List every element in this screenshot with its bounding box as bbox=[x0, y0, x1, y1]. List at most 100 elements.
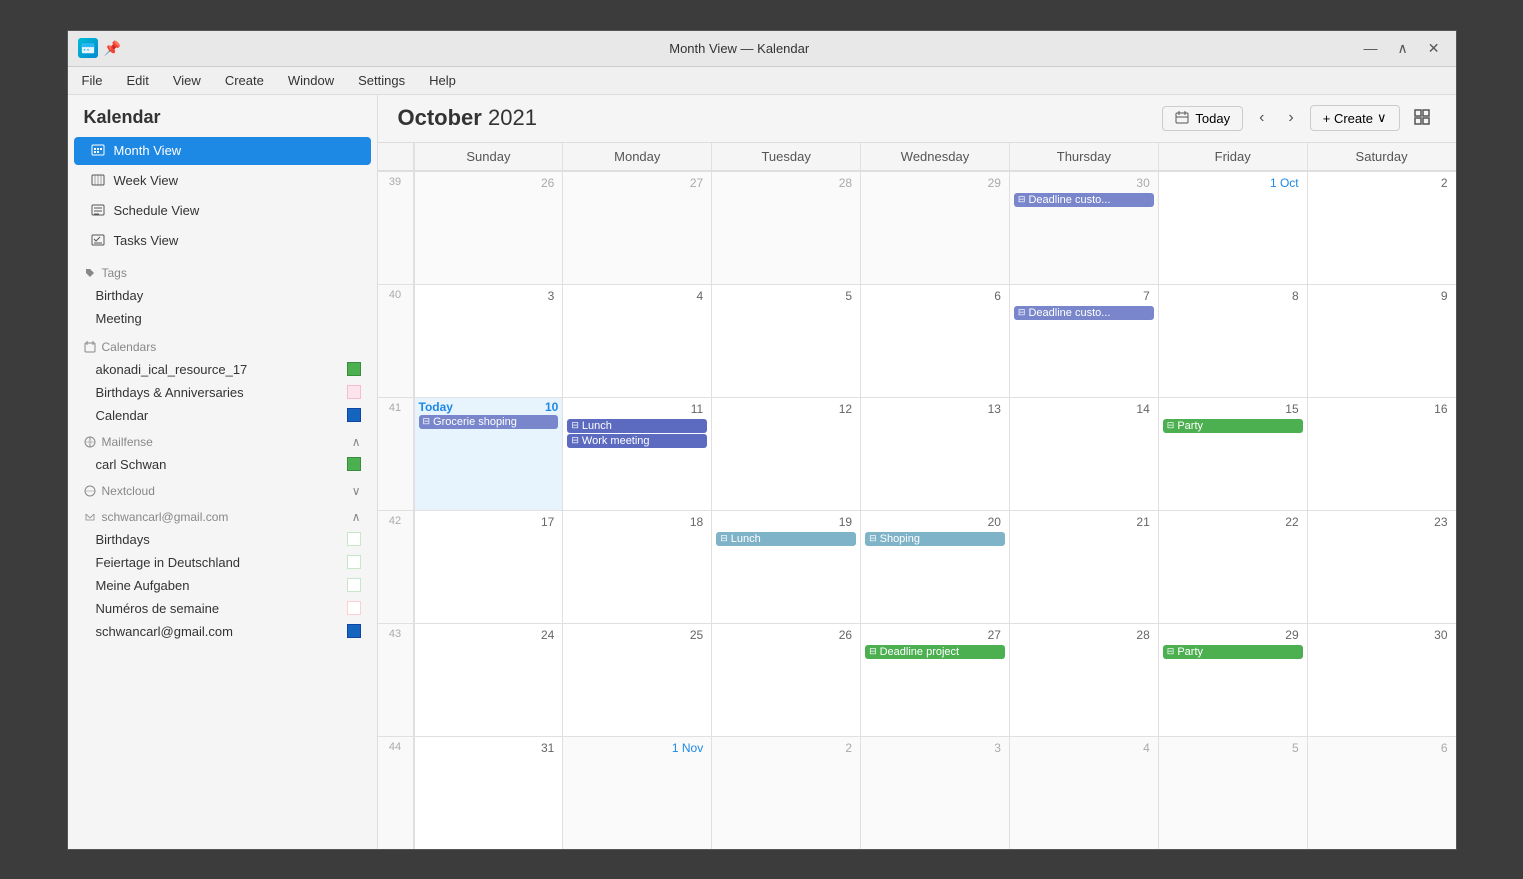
menubar: File Edit View Create Window Settings He… bbox=[68, 67, 1456, 95]
nextcloud-section-header: Nextcloud ∨ bbox=[68, 476, 377, 502]
sidebar-item-tasks-view[interactable]: Tasks View bbox=[74, 227, 371, 255]
day-cell-oct28[interactable]: 28 bbox=[1009, 624, 1158, 736]
day-cell-sep26[interactable]: 26 bbox=[414, 172, 563, 284]
day-cell-oct21[interactable]: 21 bbox=[1009, 511, 1158, 623]
titlebar: 📌 Month View — Kalendar — ∧ ✕ bbox=[68, 31, 1456, 67]
day-cell-oct9[interactable]: 9 bbox=[1307, 285, 1456, 397]
day-cell-sep30[interactable]: 30 ⊟ Deadline custo... bbox=[1009, 172, 1158, 284]
calendar-meine-aufgaben[interactable]: Meine Aufgaben bbox=[68, 574, 377, 597]
day-cell-oct18[interactable]: 18 bbox=[562, 511, 711, 623]
day-cell-oct1[interactable]: 1 Oct bbox=[1158, 172, 1307, 284]
day-cell-oct24[interactable]: 24 bbox=[414, 624, 563, 736]
maximize-button[interactable]: ∧ bbox=[1392, 38, 1414, 59]
day-cell-oct4[interactable]: 4 bbox=[562, 285, 711, 397]
menu-edit[interactable]: Edit bbox=[122, 71, 152, 90]
event-deadline-sep30[interactable]: ⊟ Deadline custo... bbox=[1014, 193, 1154, 207]
prev-month-button[interactable]: ‹ bbox=[1251, 105, 1272, 131]
menu-window[interactable]: Window bbox=[284, 71, 338, 90]
day-cell-sep27[interactable]: 27 bbox=[562, 172, 711, 284]
menu-create[interactable]: Create bbox=[221, 71, 268, 90]
event-party-oct29[interactable]: ⊟ Party bbox=[1163, 645, 1303, 659]
day-cell-oct22[interactable]: 22 bbox=[1158, 511, 1307, 623]
event-shoping-oct20[interactable]: ⊟ Shoping bbox=[865, 532, 1005, 546]
event-work-meeting[interactable]: ⊟ Work meeting bbox=[567, 434, 707, 448]
next-month-button[interactable]: › bbox=[1280, 105, 1301, 131]
event-deadline-oct7[interactable]: ⊟ Deadline custo... bbox=[1014, 306, 1154, 320]
gmail-collapse-button[interactable]: ∧ bbox=[352, 510, 361, 524]
minimize-button[interactable]: — bbox=[1358, 38, 1384, 58]
menu-view[interactable]: View bbox=[169, 71, 205, 90]
day-cell-oct16[interactable]: 16 bbox=[1307, 398, 1456, 510]
day-cell-nov5[interactable]: 5 bbox=[1158, 737, 1307, 849]
day-cell-oct17[interactable]: 17 bbox=[414, 511, 563, 623]
day-cell-sep28[interactable]: 28 bbox=[711, 172, 860, 284]
sidebar-item-week-view[interactable]: Week View bbox=[74, 167, 371, 195]
week-row-41: 41 Today 10 ⊟ Grocerie shoping bbox=[378, 397, 1456, 510]
day-cell-oct20[interactable]: 20 ⊟ Shoping bbox=[860, 511, 1009, 623]
day-cell-sep29[interactable]: 29 bbox=[860, 172, 1009, 284]
week-num-header bbox=[378, 143, 414, 170]
day-cell-oct2[interactable]: 2 bbox=[1307, 172, 1456, 284]
day-cell-oct10[interactable]: Today 10 ⊟ Grocerie shoping bbox=[414, 398, 563, 510]
day-cell-oct19[interactable]: 19 ⊟ Lunch bbox=[711, 511, 860, 623]
calendar-numeros[interactable]: Numéros de semaine bbox=[68, 597, 377, 620]
day-cell-oct7[interactable]: 7 ⊟ Deadline custo... bbox=[1009, 285, 1158, 397]
calendar-feiertage[interactable]: Feiertage in Deutschland bbox=[68, 551, 377, 574]
calendar-birthdays-gmail[interactable]: Birthdays bbox=[68, 528, 377, 551]
nextcloud-collapse-button[interactable]: ∨ bbox=[352, 484, 361, 498]
sidebar-item-month-view[interactable]: Month View bbox=[74, 137, 371, 165]
day-cell-oct26[interactable]: 26 bbox=[711, 624, 860, 736]
calendar-schwancarl[interactable]: schwancarl@gmail.com bbox=[68, 620, 377, 643]
day-cell-oct14[interactable]: 14 bbox=[1009, 398, 1158, 510]
day-cell-oct30[interactable]: 30 bbox=[1307, 624, 1456, 736]
event-lunch-oct19[interactable]: ⊟ Lunch bbox=[716, 532, 856, 546]
day-cell-nov6[interactable]: 6 bbox=[1307, 737, 1456, 849]
day-cell-oct12[interactable]: 12 bbox=[711, 398, 860, 510]
event-deadline-project[interactable]: ⊟ Deadline project bbox=[865, 645, 1005, 659]
week-num-44: 44 bbox=[378, 737, 414, 849]
titlebar-left: 📌 bbox=[78, 38, 121, 58]
day-cell-nov3[interactable]: 3 bbox=[860, 737, 1009, 849]
event-party-oct15[interactable]: ⊟ Party bbox=[1163, 419, 1303, 433]
calendar-carl-schwan[interactable]: carl Schwan bbox=[68, 453, 377, 476]
day-cell-oct15[interactable]: 15 ⊟ Party bbox=[1158, 398, 1307, 510]
day-cell-oct29[interactable]: 29 ⊟ Party bbox=[1158, 624, 1307, 736]
day-cell-oct23[interactable]: 23 bbox=[1307, 511, 1456, 623]
today-label-cell: Today bbox=[419, 400, 453, 414]
day-cell-oct27[interactable]: 27 ⊟ Deadline project bbox=[860, 624, 1009, 736]
menu-file[interactable]: File bbox=[78, 71, 107, 90]
menu-help[interactable]: Help bbox=[425, 71, 460, 90]
sidebar-item-schedule-view[interactable]: Schedule View bbox=[74, 197, 371, 225]
calendar-calendar[interactable]: Calendar bbox=[68, 404, 377, 427]
week-view-label: Week View bbox=[114, 173, 179, 188]
close-button[interactable]: ✕ bbox=[1422, 38, 1446, 59]
day-cell-oct5[interactable]: 5 bbox=[711, 285, 860, 397]
calendar-color-feiertage bbox=[347, 555, 361, 569]
create-label: + Create bbox=[1323, 111, 1373, 126]
day-cell-nov2[interactable]: 2 bbox=[711, 737, 860, 849]
calendar-akonadi[interactable]: akonadi_ical_resource_17 bbox=[68, 358, 377, 381]
menu-settings[interactable]: Settings bbox=[354, 71, 409, 90]
day-cell-oct8[interactable]: 8 bbox=[1158, 285, 1307, 397]
today-button[interactable]: Today bbox=[1162, 106, 1243, 131]
day-cell-oct25[interactable]: 25 bbox=[562, 624, 711, 736]
tag-meeting[interactable]: Meeting bbox=[68, 307, 377, 330]
day-cell-oct3[interactable]: 3 bbox=[414, 285, 563, 397]
day-cell-oct6[interactable]: 6 bbox=[860, 285, 1009, 397]
calendar-content: October 2021 Today ‹ › + Create ∨ bbox=[378, 95, 1456, 849]
day-cell-nov4[interactable]: 4 bbox=[1009, 737, 1158, 849]
week-view-icon bbox=[90, 173, 106, 189]
view-toggle-button[interactable] bbox=[1408, 105, 1436, 132]
day-cell-oct31[interactable]: 31 bbox=[414, 737, 563, 849]
day-cell-oct11[interactable]: 11 ⊟ Lunch ⊟ Work meeting bbox=[562, 398, 711, 510]
event-grocerie[interactable]: ⊟ Grocerie shoping bbox=[419, 415, 559, 429]
create-button[interactable]: + Create ∨ bbox=[1310, 105, 1400, 131]
calendar-birthdays[interactable]: Birthdays & Anniversaries bbox=[68, 381, 377, 404]
main-window: 📌 Month View — Kalendar — ∧ ✕ File Edit … bbox=[67, 30, 1457, 850]
mailfense-collapse-button[interactable]: ∧ bbox=[352, 435, 361, 449]
event-lunch-oct11[interactable]: ⊟ Lunch bbox=[567, 419, 707, 433]
col-saturday: Saturday bbox=[1307, 143, 1456, 170]
day-cell-nov1[interactable]: 1 Nov bbox=[562, 737, 711, 849]
day-cell-oct13[interactable]: 13 bbox=[860, 398, 1009, 510]
tag-birthday[interactable]: Birthday bbox=[68, 284, 377, 307]
